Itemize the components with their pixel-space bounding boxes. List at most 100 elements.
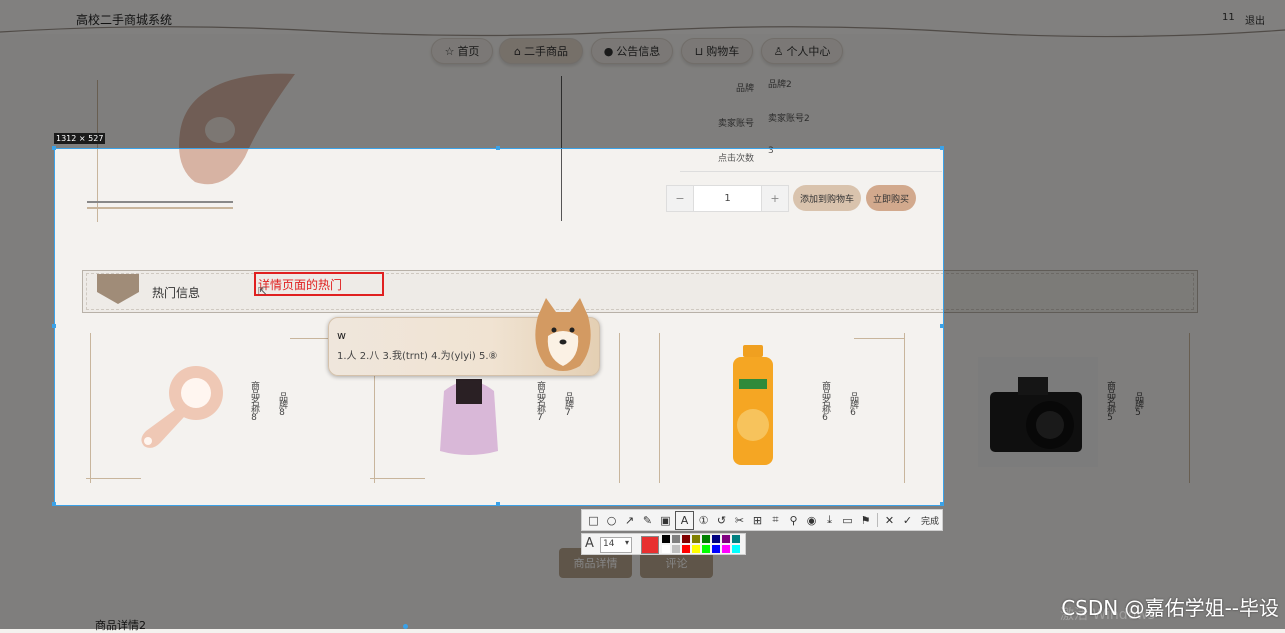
card-line	[619, 333, 620, 483]
site-title: 高校二手商城系统	[76, 13, 173, 27]
pen-icon[interactable]: ✎	[639, 512, 656, 529]
color-swatch[interactable]	[692, 535, 700, 543]
color-swatch[interactable]	[722, 545, 730, 553]
chevron-down-icon: ▾	[624, 538, 629, 547]
clicks-label: 点击次数	[717, 154, 754, 164]
nav-secondhand[interactable]: ⌂ 二手商品	[499, 38, 583, 64]
color-swatch[interactable]	[662, 535, 670, 543]
resize-handle[interactable]	[940, 502, 944, 506]
divider	[680, 171, 942, 172]
scroll-handle[interactable]	[403, 624, 408, 629]
download-icon[interactable]: ⤓	[821, 512, 838, 529]
rectangle-icon[interactable]: □	[585, 512, 602, 529]
shiba-dog-icon	[535, 298, 591, 371]
resize-handle[interactable]	[496, 146, 500, 150]
color-swatch[interactable]	[712, 545, 720, 553]
text-icon[interactable]: A	[675, 510, 694, 530]
resize-handle[interactable]	[52, 324, 56, 328]
color-swatch[interactable]	[732, 545, 740, 553]
resize-handle[interactable]	[52, 146, 56, 150]
scissors-icon[interactable]: ✂	[731, 512, 748, 529]
check-icon[interactable]: ✓	[899, 512, 916, 529]
info-icon: ●	[603, 44, 614, 58]
undo-icon[interactable]: ↺	[713, 512, 730, 529]
save-icon[interactable]: ▭	[839, 512, 856, 529]
number-icon[interactable]: ①	[695, 512, 712, 529]
card-line	[370, 478, 425, 479]
font-size-select[interactable]: 14 ▾	[600, 537, 632, 553]
resize-handle[interactable]	[940, 324, 944, 328]
quantity-stepper[interactable]: − 1 +	[666, 185, 789, 212]
nav-user-center-label: 个人中心	[786, 45, 831, 58]
color-palette[interactable]	[662, 535, 744, 555]
frame-line	[561, 76, 562, 221]
annotation-text-box[interactable]: 详情页面的热门	[254, 272, 384, 296]
product-brand-label: 品牌6	[848, 392, 858, 417]
plus-button[interactable]: +	[761, 186, 788, 211]
bookmark-icon[interactable]: ⚑	[857, 512, 874, 529]
nav-home[interactable]: ☆ 首页	[431, 38, 493, 64]
color-swatch[interactable]	[672, 535, 680, 543]
color-swatch[interactable]	[692, 545, 700, 553]
color-swatch[interactable]	[682, 535, 690, 543]
card-line	[904, 333, 905, 483]
color-swatch[interactable]	[662, 545, 670, 553]
nav-secondhand-label: 二手商品	[523, 45, 568, 58]
close-icon[interactable]: ✕	[881, 512, 898, 529]
color-swatch[interactable]	[702, 535, 710, 543]
nav-cart-label: 购物车	[706, 45, 740, 58]
resize-handle[interactable]	[52, 502, 56, 506]
minus-button[interactable]: −	[667, 186, 694, 211]
ocr-icon[interactable]: ⊞	[749, 512, 766, 529]
frame-line	[87, 201, 233, 203]
card-line	[659, 333, 660, 483]
product-card[interactable]: 商品名称8 品牌8	[86, 333, 335, 483]
mosaic-icon[interactable]: ▣	[657, 512, 674, 529]
seller-value: 卖家账号2	[768, 114, 810, 124]
star-icon: ☆	[444, 44, 455, 58]
done-button[interactable]: 完成	[921, 514, 939, 527]
clicks-value: 3	[768, 146, 774, 156]
logout-link[interactable]: 退出	[1245, 12, 1265, 27]
arrow-icon[interactable]: ↗	[621, 512, 638, 529]
color-swatch[interactable]	[702, 545, 710, 553]
cart-icon: ⊔	[694, 44, 704, 58]
long-capture-icon[interactable]: ⌗	[767, 512, 784, 529]
ellipse-icon[interactable]: ○	[603, 512, 620, 529]
buy-now-button[interactable]: 立即购买	[866, 185, 916, 211]
brand-value: 品牌2	[768, 80, 792, 90]
cursor-icon: ⇱	[258, 285, 268, 298]
nav-home-label: 首页	[457, 45, 480, 58]
color-swatch[interactable]	[682, 545, 690, 553]
product-brand-label: 品牌5	[1133, 392, 1143, 417]
product-card[interactable]: 商品名称5 品牌5	[944, 333, 1190, 483]
ime-input-text: w	[337, 329, 346, 342]
detail-heading: 商品详情2	[95, 619, 146, 632]
product-card[interactable]: 商品名称6 品牌6	[659, 333, 905, 483]
user-icon: ♙	[773, 44, 784, 58]
font-icon: A	[585, 536, 594, 551]
color-swatch[interactable]	[712, 535, 720, 543]
product-image	[141, 366, 223, 448]
color-swatch[interactable]	[732, 535, 740, 543]
resize-handle[interactable]	[496, 502, 500, 506]
add-to-cart-button[interactable]: 添加到购物车	[793, 185, 861, 211]
user-count[interactable]: 11	[1222, 12, 1235, 23]
product-image	[978, 357, 1098, 467]
color-swatch[interactable]	[722, 535, 730, 543]
nav-user-center[interactable]: ♙ 个人中心	[761, 38, 843, 64]
quantity-value[interactable]: 1	[694, 186, 761, 211]
ime-candidate-list[interactable]: 1.人 2.八 3.我(trnt) 4.为(ylyi) 5.⑧	[337, 347, 498, 362]
resize-handle[interactable]	[940, 146, 944, 150]
record-icon[interactable]: ◉	[803, 512, 820, 529]
card-line	[1189, 333, 1190, 483]
toolbar-divider	[877, 513, 878, 527]
color-swatch[interactable]	[672, 545, 680, 553]
capture-size-label: 1312 × 527	[54, 133, 106, 144]
pin-icon[interactable]: ⚲	[785, 512, 802, 529]
nav-cart[interactable]: ⊔ 购物车	[681, 38, 753, 64]
current-color-swatch[interactable]	[641, 536, 659, 554]
text-style-toolbar: A 14 ▾	[581, 533, 746, 555]
card-line	[854, 338, 904, 339]
nav-notice[interactable]: ● 公告信息	[591, 38, 673, 64]
